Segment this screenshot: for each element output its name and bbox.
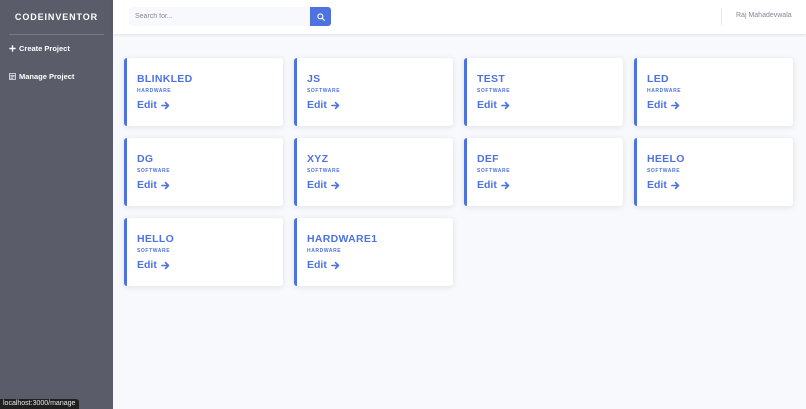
- sidebar-item-label: Create Project: [19, 44, 70, 53]
- arrow-right-icon: [500, 101, 510, 109]
- project-name: JS: [307, 73, 321, 85]
- project-card: HEELO SOFTWARE Edit: [634, 138, 793, 206]
- project-type: HARDWARE: [137, 88, 172, 94]
- edit-label: Edit: [477, 99, 497, 111]
- sidebar-item-manage-project[interactable]: Manage Project: [9, 72, 74, 81]
- project-card: LED HARDWARE Edit: [634, 58, 793, 126]
- arrow-right-icon: [330, 261, 340, 269]
- edit-label: Edit: [137, 99, 157, 111]
- arrow-right-icon: [160, 101, 170, 109]
- edit-link[interactable]: Edit: [477, 99, 510, 111]
- edit-link[interactable]: Edit: [137, 99, 170, 111]
- edit-label: Edit: [307, 179, 327, 191]
- edit-link[interactable]: Edit: [307, 179, 340, 191]
- project-type: SOFTWARE: [137, 168, 171, 174]
- list-icon: [9, 73, 16, 80]
- edit-label: Edit: [647, 179, 667, 191]
- arrow-right-icon: [500, 181, 510, 189]
- project-card: XYZ SOFTWARE Edit: [294, 138, 453, 206]
- sidebar-item-create-project[interactable]: Create Project: [9, 44, 70, 53]
- project-card: BLINKLED HARDWARE Edit: [124, 58, 283, 126]
- arrow-right-icon: [330, 101, 340, 109]
- project-card: DEF SOFTWARE Edit: [464, 138, 623, 206]
- sidebar-divider: [9, 34, 104, 35]
- project-type: SOFTWARE: [307, 168, 341, 174]
- edit-link[interactable]: Edit: [647, 99, 680, 111]
- project-name: TEST: [477, 73, 506, 85]
- search-input[interactable]: [129, 7, 310, 26]
- project-card: DG SOFTWARE Edit: [124, 138, 283, 206]
- search-button[interactable]: [310, 7, 331, 26]
- edit-link[interactable]: Edit: [647, 179, 680, 191]
- edit-label: Edit: [137, 259, 157, 271]
- project-type: HARDWARE: [647, 88, 682, 94]
- project-name: HELLO: [137, 233, 175, 245]
- project-name: LED: [647, 73, 669, 85]
- edit-link[interactable]: Edit: [477, 179, 510, 191]
- project-card: HELLO SOFTWARE Edit: [124, 218, 283, 286]
- project-type: SOFTWARE: [477, 168, 511, 174]
- project-name: HARDWARE1: [307, 233, 378, 245]
- search-form: [129, 7, 331, 26]
- project-grid: BLINKLED HARDWARE Edit JS SOFTWARE Edit …: [124, 58, 793, 286]
- sidebar-item-label: Manage Project: [19, 72, 75, 81]
- project-name: DEF: [477, 153, 499, 165]
- edit-link[interactable]: Edit: [137, 259, 170, 271]
- edit-label: Edit: [477, 179, 497, 191]
- project-type: HARDWARE: [307, 248, 342, 254]
- project-type: SOFTWARE: [647, 168, 681, 174]
- sidebar: CODEINVENTOR Create Project Manage Proje…: [0, 0, 113, 409]
- brand-logo[interactable]: CODEINVENTOR: [0, 0, 113, 34]
- arrow-right-icon: [330, 181, 340, 189]
- edit-label: Edit: [137, 179, 157, 191]
- topbar-divider: [721, 8, 722, 25]
- project-card: JS SOFTWARE Edit: [294, 58, 453, 126]
- arrow-right-icon: [160, 261, 170, 269]
- project-type: SOFTWARE: [477, 88, 511, 94]
- arrow-right-icon: [160, 181, 170, 189]
- user-name[interactable]: Raj Mahadevwala: [736, 12, 792, 19]
- project-name: BLINKLED: [137, 73, 193, 85]
- topbar: Raj Mahadevwala: [113, 0, 806, 34]
- edit-link[interactable]: Edit: [307, 99, 340, 111]
- project-name: XYZ: [307, 153, 329, 165]
- edit-link[interactable]: Edit: [137, 179, 170, 191]
- search-icon: [316, 12, 325, 21]
- plus-icon: [9, 45, 16, 52]
- project-type: SOFTWARE: [307, 88, 341, 94]
- edit-label: Edit: [307, 99, 327, 111]
- edit-label: Edit: [647, 99, 667, 111]
- arrow-right-icon: [670, 101, 680, 109]
- edit-label: Edit: [307, 259, 327, 271]
- status-bar-url: localhost:3000/manage: [0, 399, 80, 409]
- project-name: DG: [137, 153, 154, 165]
- edit-link[interactable]: Edit: [307, 259, 340, 271]
- project-card: TEST SOFTWARE Edit: [464, 58, 623, 126]
- arrow-right-icon: [670, 181, 680, 189]
- project-type: SOFTWARE: [137, 248, 171, 254]
- project-name: HEELO: [647, 153, 685, 165]
- project-card: HARDWARE1 HARDWARE Edit: [294, 218, 453, 286]
